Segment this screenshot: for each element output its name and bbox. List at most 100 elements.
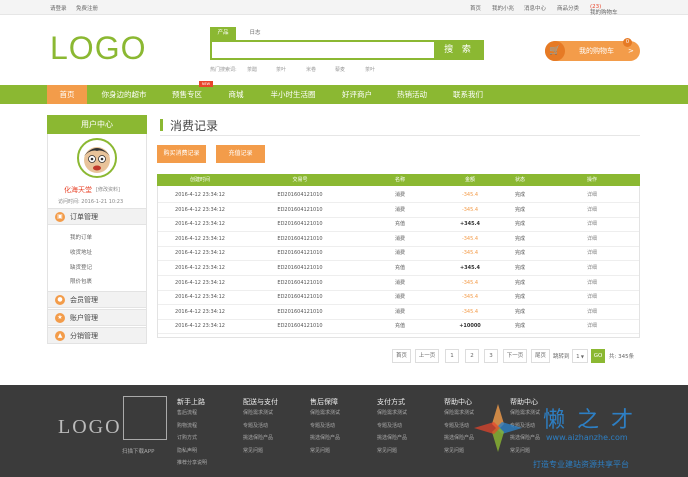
sidebar-username: 化海天堂 bbox=[64, 186, 92, 194]
footer-column-title: 售后保障 bbox=[310, 398, 338, 406]
footer-link[interactable]: 保险需求测试 bbox=[377, 409, 407, 416]
cell-detail-link[interactable]: 详细 bbox=[572, 188, 612, 202]
cell-detail-link[interactable]: 详细 bbox=[572, 203, 612, 217]
col-amount: 金额 bbox=[464, 177, 475, 183]
search-tab-product[interactable]: 产品 bbox=[210, 27, 236, 40]
cell-amount: -345.4 bbox=[461, 206, 479, 213]
cell-status: 完成 bbox=[514, 308, 525, 315]
search-input[interactable] bbox=[210, 40, 436, 60]
footer-link[interactable]: 专题及活动 bbox=[243, 422, 268, 429]
nav-rated-shops[interactable]: 好评商户 bbox=[335, 85, 379, 104]
footer-link[interactable]: 常见问题 bbox=[377, 447, 397, 454]
login-link[interactable]: 请登录 bbox=[50, 4, 67, 12]
search-button[interactable]: 搜 索 bbox=[434, 40, 484, 60]
nav-home[interactable]: 首页 bbox=[47, 85, 87, 104]
footer-link[interactable]: 隐私声明 bbox=[177, 447, 197, 454]
cell-amount: -345.4 bbox=[461, 235, 479, 242]
sidebar-item-my-orders[interactable]: 我的订单 bbox=[70, 233, 92, 241]
top-cart-label: 我的购物车 bbox=[590, 10, 618, 16]
purchase-records-button[interactable]: 购买消费记录 bbox=[157, 145, 206, 163]
cell-detail-link[interactable]: 详细 bbox=[572, 276, 612, 290]
hot-word-3[interactable]: 米卷 bbox=[306, 66, 316, 73]
sidebar-section-orders[interactable]: ▣ 订单管理 bbox=[48, 208, 146, 225]
footer-link[interactable]: 保险需求测试 bbox=[243, 409, 273, 416]
nav-nearby-market[interactable]: 你身边的超市 bbox=[92, 85, 156, 104]
order-icon: ▣ bbox=[55, 212, 65, 222]
cell-detail-link[interactable]: 详细 bbox=[572, 246, 612, 260]
hot-word-5[interactable]: 茶叶 bbox=[365, 66, 375, 73]
top-link-home[interactable]: 首页 bbox=[470, 4, 481, 12]
cell-detail-link[interactable]: 详细 bbox=[572, 290, 612, 304]
cell-detail-link[interactable]: 详细 bbox=[572, 261, 612, 275]
footer-link[interactable]: 保险需求测试 bbox=[310, 409, 340, 416]
sidebar-section-account[interactable]: ★ 账户管理 bbox=[48, 309, 146, 326]
footer-link[interactable]: 挑选保险产品 bbox=[310, 434, 340, 441]
sidebar-title: 用户中心 bbox=[47, 115, 147, 134]
cell-trade-no: ED201604121010 bbox=[277, 192, 323, 198]
top-link-cart[interactable]: 我的购物车 (23) bbox=[590, 4, 618, 16]
go-button[interactable]: GO bbox=[591, 349, 605, 363]
cell-detail-link[interactable]: 详细 bbox=[572, 217, 612, 231]
cell-amount: +10000 bbox=[459, 323, 481, 330]
sidebar-item-address[interactable]: 收货地址 bbox=[70, 248, 92, 256]
footer-logo: LOGO bbox=[58, 416, 122, 438]
cell-name: 消费 bbox=[394, 206, 405, 213]
footer-link[interactable]: 常见问题 bbox=[310, 447, 330, 454]
footer-link[interactable]: 挑选保险产品 bbox=[377, 434, 407, 441]
hot-word-2[interactable]: 茶叶 bbox=[276, 66, 286, 73]
hot-word-1[interactable]: 茶醋 bbox=[247, 66, 257, 73]
watermark-slogan: 打造专业建站资源共享平台 bbox=[533, 460, 629, 469]
footer-link[interactable]: 售后流程 bbox=[177, 409, 197, 416]
cell-time: 2016-4-12 23:34:12 bbox=[175, 265, 225, 271]
nav-mall[interactable]: 商城 bbox=[220, 85, 252, 104]
watermark-text: 懒之才 bbox=[543, 408, 646, 433]
nav-contact[interactable]: 联系我们 bbox=[446, 85, 490, 104]
footer-link[interactable]: 专题及活动 bbox=[377, 422, 402, 429]
page-last[interactable]: 尾页 bbox=[531, 349, 550, 363]
avatar[interactable] bbox=[77, 138, 117, 178]
footer-link[interactable]: 专题及活动 bbox=[310, 422, 335, 429]
cell-status: 完成 bbox=[514, 265, 525, 271]
page-prev[interactable]: 上一页 bbox=[415, 349, 439, 363]
jump-select[interactable]: 1 ▼ bbox=[572, 349, 588, 363]
top-link-mine[interactable]: 我的小兆 bbox=[492, 4, 514, 12]
page-3[interactable]: 3 bbox=[484, 349, 498, 363]
top-link-categories[interactable]: 商品分类 bbox=[557, 4, 579, 12]
recharge-records-button[interactable]: 充值记录 bbox=[216, 145, 265, 163]
footer-link[interactable]: 专题及活动 bbox=[444, 422, 469, 429]
edit-profile-link[interactable]: [修改资料] bbox=[96, 186, 120, 193]
footer-link[interactable]: 常见问题 bbox=[243, 447, 263, 454]
footer-column-title: 支付方式 bbox=[377, 398, 405, 406]
sidebar-section-members[interactable]: ● 会员管理 bbox=[48, 291, 146, 308]
cell-time: 2016-4-12 23:34:12 bbox=[175, 192, 225, 198]
cell-detail-link[interactable]: 详细 bbox=[572, 305, 612, 319]
top-link-messages[interactable]: 消息中心 bbox=[524, 4, 546, 12]
page-1[interactable]: 1 bbox=[445, 349, 459, 363]
page-first[interactable]: 首页 bbox=[392, 349, 411, 363]
footer-link[interactable]: 购物流程 bbox=[177, 422, 197, 429]
page-2[interactable]: 2 bbox=[465, 349, 479, 363]
footer-link[interactable]: 推荐分享说明 bbox=[177, 459, 207, 466]
hot-word-4[interactable]: 藜麦 bbox=[335, 66, 345, 73]
footer-link[interactable]: 常见问题 bbox=[444, 447, 464, 454]
site-logo[interactable]: LOGO bbox=[50, 30, 146, 67]
cell-trade-no: ED201604121010 bbox=[277, 294, 323, 301]
cell-detail-link[interactable]: 详细 bbox=[572, 232, 612, 246]
cell-amount: -345.4 bbox=[461, 308, 479, 315]
sidebar-item-stockout[interactable]: 缺货登记 bbox=[70, 263, 92, 271]
nav-hot-events[interactable]: 热销活动 bbox=[390, 85, 434, 104]
nav-half-hour[interactable]: 半小时生活圈 bbox=[262, 85, 324, 104]
sidebar-section-label: 订单管理 bbox=[70, 213, 98, 221]
search-tab-log[interactable]: 日志 bbox=[242, 27, 268, 40]
cell-status: 完成 bbox=[514, 294, 525, 301]
footer-link[interactable]: 挑选保险产品 bbox=[243, 434, 273, 441]
user-icon: ● bbox=[55, 295, 65, 305]
cell-detail-link[interactable]: 详细 bbox=[572, 319, 612, 333]
page-next[interactable]: 下一页 bbox=[503, 349, 527, 363]
footer-column-title: 帮助中心 bbox=[444, 398, 472, 406]
sidebar-section-distribution[interactable]: ▲ 分销管理 bbox=[48, 327, 146, 344]
sidebar-item-packages[interactable]: 限价包裹 bbox=[70, 277, 92, 285]
footer-link[interactable]: 订购方式 bbox=[177, 434, 197, 441]
register-link[interactable]: 免费注册 bbox=[76, 4, 98, 12]
nav-presale[interactable]: 预售专区 bbox=[165, 85, 209, 104]
